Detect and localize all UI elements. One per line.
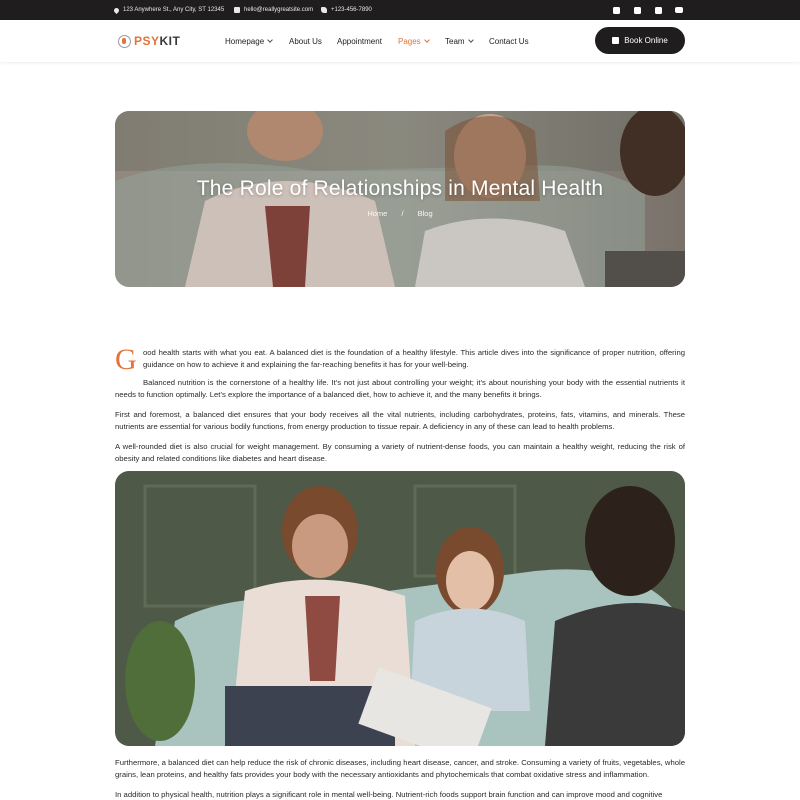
article-paragraph-2: Balanced nutrition is the cornerstone of… — [115, 378, 685, 399]
logo-text-psy: PSY — [134, 34, 160, 48]
book-online-label: Book Online — [624, 36, 668, 45]
phone-info[interactable]: +123-456-7890 — [321, 0, 372, 20]
address-text: 123 Anywhere St., Any City, ST 12345 — [123, 7, 225, 13]
nav-appointment[interactable]: Appointment — [337, 20, 382, 62]
email-info[interactable]: hello@reallygreatsite.com — [234, 0, 313, 20]
article-paragraph-6: In addition to physical health, nutritio… — [115, 790, 663, 799]
twitter-icon[interactable] — [653, 5, 663, 15]
chevron-down-icon — [467, 36, 474, 43]
top-info-bar: 123 Anywhere St., Any City, ST 12345 hel… — [0, 0, 800, 20]
phone-text[interactable]: +123-456-7890 — [331, 7, 372, 13]
logo-text-kit: KIT — [159, 34, 181, 48]
nav-about-label: About Us — [289, 36, 322, 46]
breadcrumb-separator: / — [401, 209, 404, 218]
book-online-button[interactable]: Book Online — [595, 27, 685, 54]
mail-icon — [234, 7, 240, 13]
nav-team-label: Team — [445, 36, 465, 46]
article-photo-image — [115, 471, 685, 746]
phone-icon — [321, 7, 327, 13]
breadcrumb: Home / Blog — [0, 209, 800, 218]
nav-pages[interactable]: Pages — [398, 20, 430, 62]
nav-pages-label: Pages — [398, 36, 421, 46]
location-pin-icon — [112, 6, 121, 14]
nav-appointment-label: Appointment — [337, 36, 382, 46]
instagram-icon[interactable] — [632, 5, 642, 15]
facebook-icon[interactable] — [611, 5, 621, 15]
article-paragraph-5: Furthermore, a balanced diet can help re… — [115, 758, 685, 779]
main-header: PSY KIT Homepage About Us Appointment Pa… — [0, 20, 800, 62]
hero-title: The Role of Relationships in Mental Heal… — [196, 177, 604, 200]
breadcrumb-home-link[interactable]: Home — [367, 209, 387, 218]
nav-homepage-label: Homepage — [225, 36, 265, 46]
email-text[interactable]: hello@reallygreatsite.com — [244, 7, 313, 13]
nav-team[interactable]: Team — [445, 20, 474, 62]
logo[interactable]: PSY KIT — [118, 33, 180, 49]
article-paragraph-1: ood health starts with what you eat. A b… — [143, 348, 685, 369]
address-info: 123 Anywhere St., Any City, ST 12345 — [112, 0, 225, 20]
chevron-down-icon — [267, 36, 273, 43]
chevron-down-icon — [423, 36, 430, 43]
nav-homepage[interactable]: Homepage — [225, 20, 273, 62]
calendar-icon — [612, 37, 620, 44]
hero-banner: The Role of Relationships in Mental Heal… — [115, 111, 685, 287]
nav-about-us[interactable]: About Us — [289, 20, 322, 62]
nav-contact-label: Contact Us — [489, 36, 529, 46]
breadcrumb-current: Blog — [417, 209, 433, 218]
article-paragraph-3: First and foremost, a balanced diet ensu… — [115, 410, 685, 431]
article-paragraph-4: A well-rounded diet is also crucial for … — [115, 442, 685, 463]
logo-mark-icon — [118, 34, 131, 48]
nav-contact-us[interactable]: Contact Us — [489, 20, 529, 62]
youtube-icon[interactable] — [674, 5, 684, 15]
article-image — [115, 471, 685, 746]
